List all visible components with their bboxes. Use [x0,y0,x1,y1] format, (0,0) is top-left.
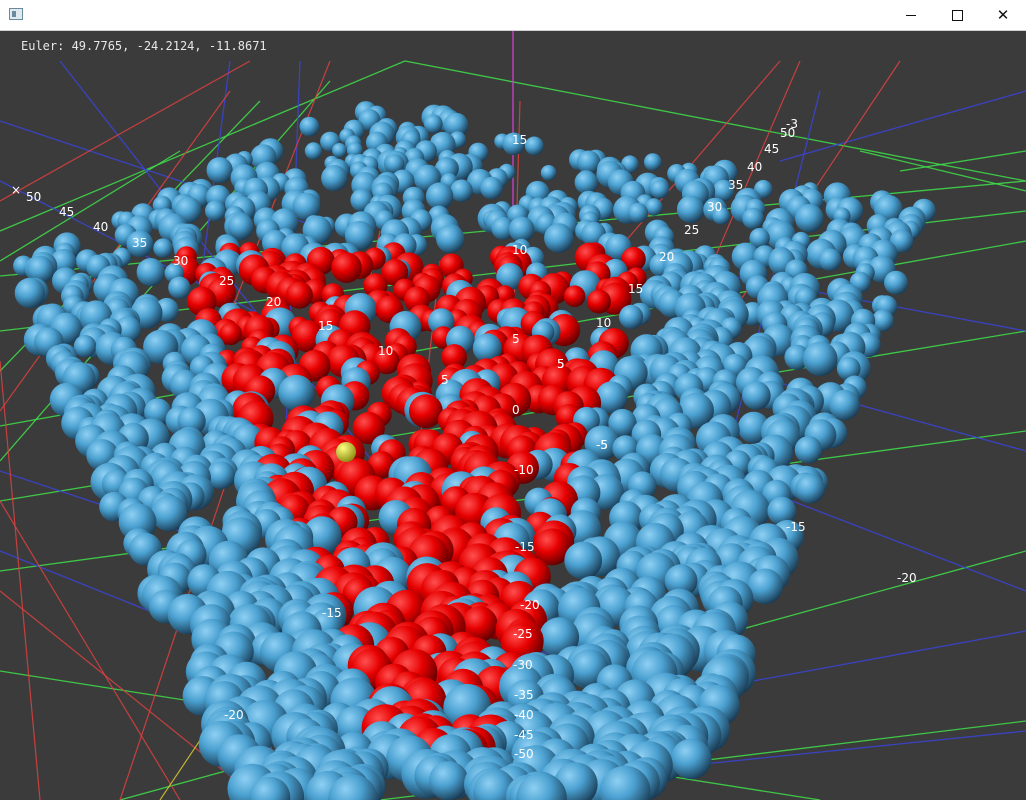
grid-line-green [404,60,1026,182]
tick-label-edge: -20 [897,571,917,585]
sphere-blue [650,179,670,199]
sphere-blue [206,157,233,184]
tick-label-left: 10 [378,344,393,358]
sphere-blue [168,276,191,299]
sphere-red [563,285,586,307]
3d-viewport[interactable]: × 50 45 40 35 30 25 20 15 10 5 15 10 5 0 -5 5 -10 -15 -20 -2… [0,31,1026,800]
tick-label-right: 35 [728,178,743,192]
tick-label-center: 0 [512,403,520,417]
tick-label-right: 15 [628,282,643,296]
tick-label-center: -50 [514,747,534,761]
close-icon: ✕ [996,5,1010,24]
tick-label-left: 25 [219,274,234,288]
tick-label-left: 20 [266,295,281,309]
tick-label-right: 25 [684,223,699,237]
sphere-blue [671,738,712,780]
window-titlebar: ✕ [0,0,1026,31]
sphere-blue [644,153,662,171]
minimize-icon [906,14,916,16]
maximize-icon [951,9,963,21]
tick-label-edge: -15 [322,606,342,620]
sphere-blue [574,170,598,195]
sphere-blue [742,207,764,230]
sphere-blue [14,277,46,309]
tick-label-edge: -15 [786,520,806,534]
sphere-blue [278,374,315,411]
grid-line-green [899,150,1026,172]
sphere-red [285,281,313,309]
tick-label-center: 5 [512,332,520,346]
sphere-blue [802,341,838,377]
close-button[interactable]: ✕ [980,0,1026,30]
minimize-button[interactable] [888,0,934,30]
tick-label-left: 5 [441,373,449,387]
sphere-red [409,394,443,429]
sphere-blue [429,761,469,800]
sphere-blue [884,270,908,295]
sphere-blue [136,258,165,287]
sphere-blue [153,238,173,258]
sphere-blue [795,203,824,233]
sphere-red [331,252,362,283]
sphere-blue [299,116,320,137]
sphere-blue [508,216,535,243]
tick-label-right: 30 [707,200,722,214]
tick-label-left: 30 [173,254,188,268]
sphere-blue [795,474,825,504]
sphere-highlighted [336,442,356,462]
sphere-blue [480,176,503,200]
sphere-blue [742,381,771,410]
tick-label-center: -15 [515,540,535,554]
tick-label-left: 35 [132,236,147,250]
tick-label-center: -45 [514,728,534,742]
sphere-blue [619,304,644,329]
grid-line-red [0,360,41,800]
sphere-blue [227,213,254,240]
sphere-blue [304,142,323,160]
sphere-red [586,289,611,314]
sphere-blue [332,143,347,158]
grid-line-green [859,150,1026,192]
tick-label-center: -30 [513,658,533,672]
tick-label-center: -40 [514,708,534,722]
scene-canvas[interactable]: × 5045403530252015105151050-55-10-15-20-2… [0,31,1026,800]
tick-label-right: 50 [780,126,795,140]
tick-label-edge: -20 [224,708,244,722]
tick-label-right: 20 [659,250,674,264]
tick-label-left: 40 [93,220,108,234]
sphere-blue [818,248,842,271]
sphere-blue [544,223,574,253]
sphere-blue [564,541,603,580]
tick-label-center: 10 [512,243,527,257]
sphere-blue [450,179,473,202]
sphere-blue [205,200,226,222]
tick-label-left: 50 [26,190,41,204]
euler-readout: Euler: 49.7765, -24.2124, -11.8671 [21,39,267,53]
tick-label-center: -20 [520,598,540,612]
tick-label-right: 45 [764,142,779,156]
tick-label-right: 10 [596,316,611,330]
maximize-button[interactable] [934,0,980,30]
tick-label-left: 15 [318,319,333,333]
tick-label-center: -35 [514,688,534,702]
sphere-blue [73,334,97,358]
tick-label-right: -5 [596,438,608,452]
tick-label-right: 40 [747,160,762,174]
sphere-blue [627,202,649,223]
sphere-blue [540,165,557,181]
sphere-blue [436,224,465,253]
tick-label-center: -10 [514,463,534,477]
x-axis-marker: × [11,183,21,197]
sphere-blue [321,165,348,192]
sphere-blue [577,150,601,174]
sphere-blue [794,436,823,464]
app-icon [9,8,23,20]
sphere-blue [524,136,544,156]
sphere-blue [676,195,705,223]
tick-label-right: 5 [557,357,565,371]
tick-label-center: 15 [512,133,527,147]
tick-label-center: -25 [513,627,533,641]
tick-label-left: 45 [59,205,74,219]
